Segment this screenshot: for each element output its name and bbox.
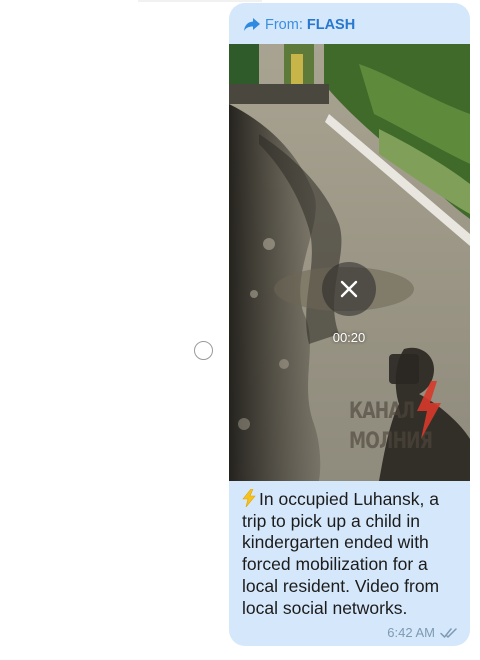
message-meta: 6:42 AM bbox=[387, 625, 458, 640]
forward-arrow-icon bbox=[243, 17, 261, 33]
lightning-icon bbox=[417, 381, 441, 439]
watermark-line1: КАНАЛ bbox=[349, 399, 415, 424]
message-bubble[interactable]: From: FLASH КАНАЛ МОЛНИЯ 00:20 In occupi… bbox=[229, 3, 470, 646]
message-text: In occupied Luhansk, a trip to pick up a… bbox=[242, 489, 460, 619]
forwarded-header[interactable]: From: FLASH bbox=[243, 14, 355, 36]
message-select-checkbox[interactable] bbox=[194, 341, 213, 360]
cancel-download-button[interactable] bbox=[322, 262, 376, 316]
lightning-emoji-icon bbox=[242, 489, 256, 507]
double-check-icon bbox=[440, 627, 458, 639]
close-icon bbox=[340, 280, 358, 298]
divider bbox=[138, 0, 262, 2]
channel-watermark: КАНАЛ МОЛНИЯ bbox=[349, 381, 459, 469]
message-caption: In occupied Luhansk, a trip to pick up a… bbox=[242, 489, 440, 618]
forward-source-name[interactable]: FLASH bbox=[307, 17, 355, 33]
message-time: 6:42 AM bbox=[387, 625, 435, 640]
forward-prefix: From: bbox=[265, 17, 303, 33]
video-thumbnail[interactable]: КАНАЛ МОЛНИЯ 00:20 bbox=[229, 44, 470, 481]
chat-screen: From: FLASH КАНАЛ МОЛНИЯ 00:20 In occupi… bbox=[0, 0, 480, 660]
video-duration: 00:20 bbox=[332, 330, 366, 345]
